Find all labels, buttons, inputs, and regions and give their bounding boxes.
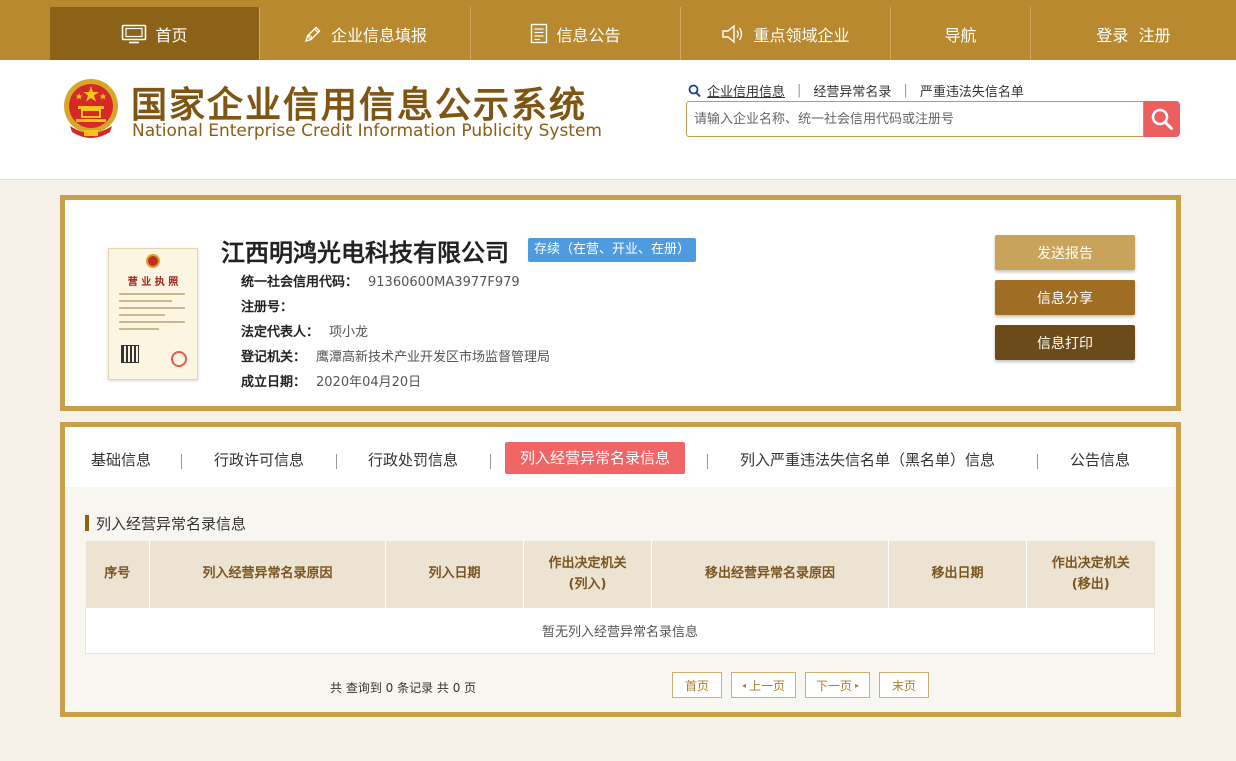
search-input[interactable] <box>687 102 1143 136</box>
nav-item-label: 导航 <box>944 25 977 45</box>
search-category-tabs: 企业信用信息 | 经营异常名录 | 严重违法失信名单 <box>688 81 1036 100</box>
site-title-english: National Enterprise Credit Information P… <box>132 121 602 141</box>
nav-item-navigation[interactable]: 导航 <box>891 7 1031 60</box>
nav-item-label: 信息公告 <box>556 25 621 45</box>
pagination-prev-label: 上一页 <box>749 678 786 693</box>
top-navigation-bar: 首页 企业信息填报 信息公告 重点领域企业 导航 登录 注册 <box>0 0 1236 60</box>
table-header-row: 序号 列入经营异常名录原因 列入日期 作出决定机关 (列入) 移出经营异常名录原… <box>85 541 1155 607</box>
business-license-image: 营 业 执 照 <box>108 248 198 380</box>
license-emblem-icon <box>146 254 160 268</box>
nav-item-label: 重点领域企业 <box>753 25 850 45</box>
license-qr-code <box>121 345 139 363</box>
search-icon <box>1151 108 1173 130</box>
column-header-listing-reason: 列入经营异常名录原因 <box>149 541 386 607</box>
tab-administrative-penalty[interactable]: 行政处罚信息 <box>368 449 458 470</box>
status-badge: 存续（在营、开业、在册） <box>528 238 697 262</box>
tab-divider <box>707 454 708 469</box>
nav-item-home[interactable]: 首页 <box>50 7 260 60</box>
detail-tab-bar: 基础信息 行政许可信息 行政处罚信息 列入经营异常名录信息 列入严重违法失信名单… <box>65 427 1176 487</box>
send-report-button[interactable]: 发送报告 <box>995 235 1135 270</box>
tab-divider <box>490 454 491 469</box>
share-info-button[interactable]: 信息分享 <box>995 280 1135 315</box>
pagination-prev-button[interactable]: ◂ 上一页 <box>731 672 796 698</box>
tab-divider <box>336 454 337 469</box>
nav-item-label: 登录 注册 <box>1096 25 1171 45</box>
nav-item-enterprise-filing[interactable]: 企业信息填报 <box>260 7 471 60</box>
info-row-credit-code: 统一社会信用代码： 91360600MA3977F979 <box>241 271 520 290</box>
license-seal <box>171 351 187 367</box>
table-row: 暂无列入经营异常名录信息 <box>85 606 1155 654</box>
national-emblem-icon <box>64 79 118 138</box>
pen-icon <box>304 26 321 42</box>
nav-item-announcements[interactable]: 信息公告 <box>471 7 681 60</box>
monitor-icon <box>122 24 147 43</box>
nav-item-login-register[interactable]: 登录 注册 <box>1031 7 1236 60</box>
nav-item-label: 企业信息填报 <box>330 25 427 45</box>
tab-divider <box>181 454 182 469</box>
column-header-removal-reason: 移出经营异常名录原因 <box>651 541 889 607</box>
info-label: 成立日期： <box>241 375 307 390</box>
tab-basic-info[interactable]: 基础信息 <box>91 449 151 470</box>
company-name: 江西明鸿光电科技有限公司 <box>221 239 509 267</box>
tab-abnormal-operations[interactable]: 列入经营异常名录信息 <box>505 442 686 474</box>
detail-tabs-panel: 基础信息 行政许可信息 行政处罚信息 列入经营异常名录信息 列入严重违法失信名单… <box>60 422 1181 717</box>
company-info-card: 营 业 执 照 江西明鸿光电科技有限公司 存续（在营、开业、在册） 统一社会信用… <box>60 195 1181 411</box>
info-value: 项小龙 <box>329 325 369 340</box>
column-header-index: 序号 <box>85 541 150 607</box>
info-label: 统一社会信用代码： <box>241 275 359 290</box>
pagination-next-button[interactable]: 下一页 ▸ <box>805 672 870 698</box>
nav-item-label: 首页 <box>155 25 188 45</box>
document-icon <box>531 23 548 44</box>
search-tab-abnormal-operations[interactable]: 经营异常名录 <box>801 81 903 100</box>
info-row-established-date: 成立日期： 2020年04月20日 <box>241 371 421 390</box>
pagination-last-button[interactable]: 末页 <box>879 672 929 698</box>
chevron-left-icon: ◂ <box>741 680 746 690</box>
top-navigation-items: 首页 企业信息填报 信息公告 重点领域企业 导航 登录 注册 <box>50 7 1236 60</box>
search-button[interactable] <box>1144 101 1180 137</box>
info-value: 2020年04月20日 <box>316 375 422 390</box>
nav-item-key-sector-enterprises[interactable]: 重点领域企业 <box>681 7 891 60</box>
column-header-removal-date: 移出日期 <box>888 541 1027 607</box>
column-header-listing-authority: 作出决定机关 (列入) <box>523 541 652 607</box>
info-row-registration-number: 注册号： <box>241 296 303 315</box>
info-row-registration-authority: 登记机关： 鹰潭高新技术产业开发区市场监督管理局 <box>241 346 550 365</box>
column-header-removal-authority: 作出决定机关 (移出) <box>1026 541 1155 607</box>
pagination-first-button[interactable]: 首页 <box>672 672 722 698</box>
tab-divider <box>1037 454 1038 469</box>
print-info-button[interactable]: 信息打印 <box>995 325 1135 360</box>
search-box <box>686 101 1144 137</box>
chevron-right-icon: ▸ <box>855 680 860 690</box>
info-row-legal-representative: 法定代表人： 项小龙 <box>241 321 368 340</box>
speaker-icon <box>722 24 743 43</box>
info-value: 鹰潭高新技术产业开发区市场监督管理局 <box>316 350 551 365</box>
license-text-lines <box>119 293 185 330</box>
empty-table-message: 暂无列入经营异常名录信息 <box>85 606 1155 654</box>
tab-serious-violations-blacklist[interactable]: 列入严重违法失信名单（黑名单）信息 <box>740 449 995 470</box>
tab-announcements[interactable]: 公告信息 <box>1070 449 1130 470</box>
abnormal-records-table: 序号 列入经营异常名录原因 列入日期 作出决定机关 (列入) 移出经营异常名录原… <box>85 541 1155 654</box>
tab-administrative-license[interactable]: 行政许可信息 <box>214 449 304 470</box>
column-header-listing-date: 列入日期 <box>385 541 524 607</box>
section-title: 列入经营异常名录信息 <box>85 513 246 534</box>
pagination-next-label: 下一页 <box>815 678 852 693</box>
magnifier-icon <box>688 84 701 97</box>
info-label: 法定代表人： <box>241 325 320 340</box>
info-value: 91360600MA3977F979 <box>368 275 520 290</box>
license-caption: 营 业 执 照 <box>127 277 179 288</box>
search-tab-enterprise-credit[interactable]: 企业信用信息 <box>701 81 797 100</box>
info-label: 注册号： <box>241 300 294 315</box>
info-label: 登记机关： <box>241 350 307 365</box>
pagination-summary: 共 查询到 0 条记录 共 0 页 <box>330 681 477 695</box>
search-tab-serious-violations[interactable]: 严重违法失信名单 <box>908 81 1036 100</box>
site-header: 国家企业信用信息公示系统 National Enterprise Credit … <box>0 60 1236 180</box>
